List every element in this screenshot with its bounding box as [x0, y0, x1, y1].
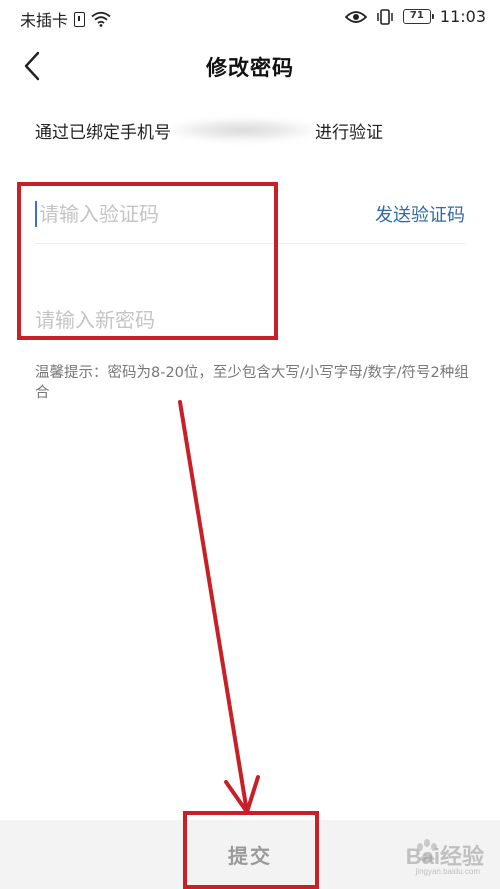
- verification-code-input[interactable]: [39, 193, 375, 234]
- sim-icon: [74, 11, 86, 27]
- wifi-icon: [91, 11, 111, 27]
- page-title: 修改密码: [206, 56, 294, 80]
- carrier-text: 未插卡: [20, 11, 69, 30]
- vibrate-icon: [377, 8, 393, 25]
- send-code-button[interactable]: 发送验证码: [375, 201, 465, 227]
- header: 修改密码: [0, 36, 500, 96]
- new-password-input[interactable]: [35, 300, 465, 340]
- status-right: 71 11:03: [344, 7, 486, 26]
- verify-suffix: 进行验证: [315, 122, 383, 143]
- status-left: 未插卡: [20, 7, 111, 31]
- code-field-row: 发送验证码: [35, 184, 465, 244]
- watermark-url: jingyan.baidu.com: [415, 867, 480, 876]
- verify-info: 通过已绑定手机号 进行验证: [35, 117, 383, 143]
- status-bar: 未插卡 71 11:03: [0, 0, 500, 36]
- battery-icon: 71: [402, 9, 434, 24]
- submit-button[interactable]: 提交: [185, 820, 315, 889]
- baidu-jingyan-watermark: Bai经验 jingyan.baidu.com: [382, 831, 490, 881]
- verify-prefix: 通过已绑定手机号: [35, 122, 171, 143]
- password-hint: 温馨提示：密码为8-20位，至少包含大写/小写字母/数字/符号2种组合: [35, 365, 469, 401]
- clock: 11:03: [439, 7, 486, 26]
- masked-phone-number: [173, 119, 313, 141]
- password-field-row: [35, 290, 465, 350]
- password-form: 发送验证码: [0, 182, 500, 342]
- eye-icon: [344, 10, 367, 23]
- text-caret: [35, 200, 37, 227]
